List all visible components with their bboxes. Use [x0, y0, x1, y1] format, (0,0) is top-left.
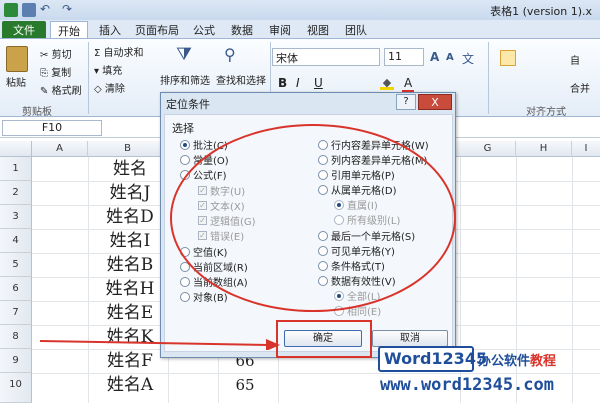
watermark-tag-red: 教程 — [530, 354, 557, 369]
row-header[interactable]: 1 — [0, 157, 32, 181]
cell-name[interactable]: 姓名E — [96, 301, 164, 325]
autosum-button[interactable]: Σ 自动求和 — [94, 44, 144, 59]
fill-button[interactable]: ▾ 填充 — [94, 62, 122, 77]
column-header[interactable]: A — [32, 141, 88, 157]
paste-button[interactable]: 粘贴 — [6, 74, 26, 89]
select-section-label: 选择 — [172, 122, 194, 135]
tab-page-layout[interactable]: 页面布局 — [128, 21, 186, 38]
underline-button[interactable]: U — [314, 76, 323, 90]
font-name-select[interactable]: 宋体 — [272, 48, 380, 66]
tab-review[interactable]: 审阅 — [262, 21, 298, 38]
tab-insert[interactable]: 插入 — [92, 21, 128, 38]
merge-button[interactable]: 合并 — [570, 80, 590, 95]
tab-view[interactable]: 视图 — [300, 21, 336, 38]
dialog-title: 定位条件 — [166, 98, 210, 111]
cell-name[interactable]: 姓名J — [96, 181, 164, 205]
column-header[interactable]: H — [516, 141, 572, 157]
wrap-text-button[interactable]: 自 — [570, 52, 580, 67]
cell-name[interactable]: 姓名F — [96, 349, 164, 373]
highlight-box — [276, 320, 372, 358]
sigma-icon: Σ — [94, 48, 101, 59]
find-select-button[interactable]: 查找和选择 — [216, 72, 266, 87]
funnel-icon: ⧩ — [176, 44, 193, 65]
cell-name[interactable]: 姓名D — [96, 205, 164, 229]
undo-icon[interactable]: ↶ — [40, 3, 54, 17]
scissors-icon: ✂ — [40, 50, 49, 61]
sort-filter-button[interactable]: 排序和筛选 — [160, 72, 210, 87]
tab-team[interactable]: 团队 — [338, 21, 374, 38]
brush-icon: ✎ — [40, 86, 49, 97]
watermark-logo: Word12345 — [378, 346, 487, 372]
highlight-ellipse — [170, 124, 456, 312]
row-header[interactable]: 5 — [0, 253, 32, 277]
row-header[interactable]: 10 — [0, 373, 32, 403]
watermark-tagline: 办公软件教程 — [478, 350, 556, 369]
name-box[interactable]: F10 — [2, 120, 102, 136]
cell-name[interactable]: 姓名H — [96, 277, 164, 301]
row-header[interactable]: 6 — [0, 277, 32, 301]
redo-icon[interactable]: ↷ — [62, 3, 76, 17]
binoculars-icon: ⚲ — [224, 45, 236, 64]
watermark-url: www.word12345.com — [380, 375, 554, 395]
row-header[interactable]: 8 — [0, 325, 32, 349]
phonetic-button[interactable]: 文 — [462, 50, 474, 67]
arrow-icon — [40, 339, 280, 350]
radio-icon — [180, 276, 190, 287]
watermark-tag-blue: 办公软件 — [478, 354, 531, 369]
save-icon[interactable] — [22, 3, 36, 17]
select-all-corner[interactable] — [0, 141, 32, 157]
fill-color-icon[interactable]: ◆ — [380, 76, 394, 90]
italic-button[interactable]: I — [296, 76, 300, 90]
divider — [488, 42, 489, 114]
row-header[interactable]: 3 — [0, 205, 32, 229]
cell-value[interactable]: 65 — [225, 373, 265, 397]
cancel-button[interactable]: 取消 — [372, 330, 448, 347]
cell-name[interactable]: 姓名 — [96, 157, 164, 181]
close-button[interactable]: X — [418, 94, 452, 110]
bold-button[interactable]: B — [278, 76, 287, 90]
radio-icon — [180, 291, 190, 302]
excel-logo-icon — [4, 3, 18, 17]
tab-home[interactable]: 开始 — [50, 21, 88, 38]
grid-line — [88, 157, 89, 403]
align-middle-icon[interactable] — [500, 50, 516, 66]
option-objects[interactable]: 对象(B) — [180, 289, 228, 304]
grid-line — [572, 157, 573, 403]
grow-font-button[interactable]: A — [430, 50, 439, 64]
radio-icon — [180, 139, 190, 150]
cell-name[interactable]: 姓名B — [96, 253, 164, 277]
column-header[interactable]: G — [460, 141, 516, 157]
tab-data[interactable]: 数据 — [224, 21, 260, 38]
cell-name[interactable]: 姓名I — [96, 229, 164, 253]
radio-icon — [180, 154, 190, 165]
format-painter-button[interactable]: ✎ 格式刷 — [40, 82, 82, 97]
eraser-icon: ◇ — [94, 84, 102, 95]
column-header[interactable]: I — [572, 141, 600, 157]
copy-button[interactable]: ⎘ 复制 — [40, 64, 71, 79]
divider — [88, 42, 89, 114]
alignment-group-label: 对齐方式 — [526, 107, 566, 118]
tab-file[interactable]: 文件 — [2, 21, 46, 38]
tab-formulas[interactable]: 公式 — [186, 21, 222, 38]
row-header[interactable]: 4 — [0, 229, 32, 253]
clear-button[interactable]: ◇ 清除 — [94, 80, 125, 95]
row-header[interactable]: 2 — [0, 181, 32, 205]
row-header[interactable]: 9 — [0, 349, 32, 373]
fill-icon: ▾ — [94, 66, 100, 77]
clipboard-group-label: 剪贴板 — [22, 107, 52, 118]
paste-icon[interactable] — [6, 46, 28, 72]
shrink-font-button[interactable]: A — [446, 52, 454, 63]
font-color-button[interactable]: A — [402, 76, 415, 93]
copy-icon: ⎘ — [40, 68, 48, 79]
font-size-select[interactable]: 11 — [384, 48, 424, 66]
help-button[interactable]: ? — [396, 94, 416, 110]
column-header[interactable]: B — [88, 141, 168, 157]
row-header[interactable]: 7 — [0, 301, 32, 325]
window-title: 表格1 (version 1).x — [490, 5, 592, 18]
cell-name[interactable]: 姓名A — [96, 373, 164, 397]
cut-button[interactable]: ✂ 剪切 — [40, 46, 72, 61]
